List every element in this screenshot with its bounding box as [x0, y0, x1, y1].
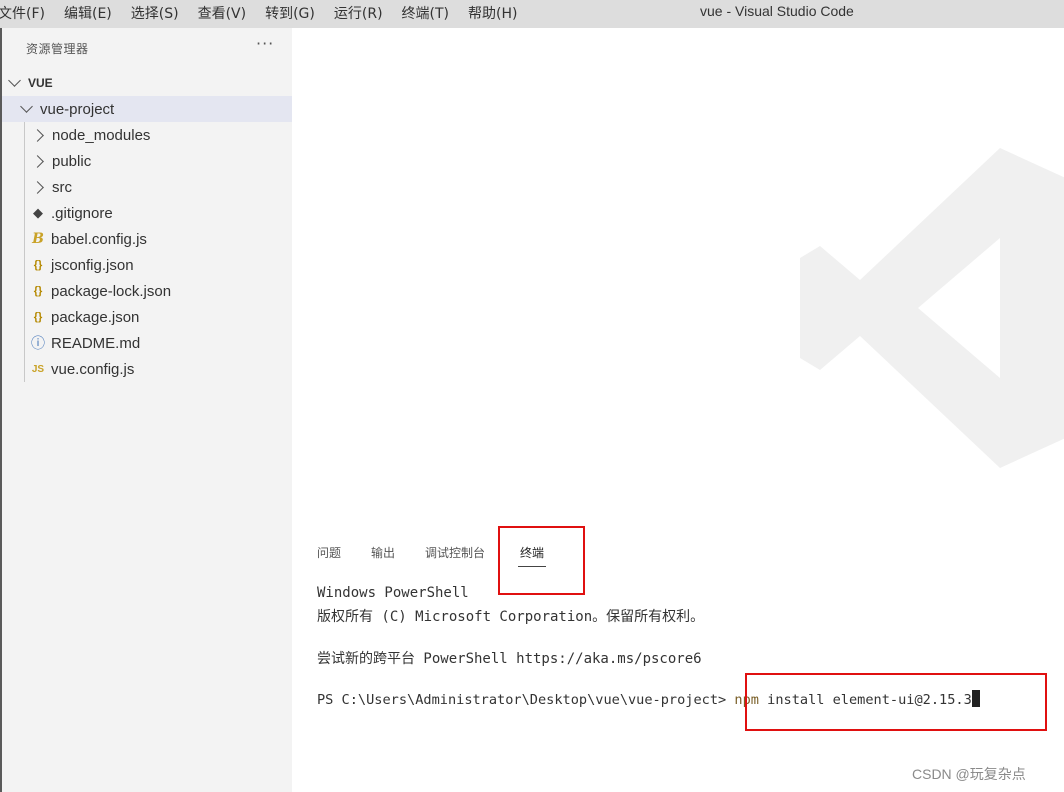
tree-item-label: package-lock.json [51, 282, 172, 300]
workspace-header[interactable]: VUE [2, 72, 292, 94]
tree-file-package-lock[interactable]: {} package-lock.json [2, 278, 292, 304]
json-braces-icon: {} [33, 311, 43, 323]
tab-problems[interactable]: 问题 [317, 544, 341, 561]
file-tree: vue-project node_modules public src ◆ .g… [2, 96, 292, 382]
window-title: vue - Visual Studio Code [700, 3, 854, 19]
json-braces-icon: {} [33, 259, 43, 271]
menu-bar: 文件(F) 编辑(E) 选择(S) 查看(V) 转到(G) 运行(R) 终端(T… [0, 0, 1064, 28]
tree-file-gitignore[interactable]: ◆ .gitignore [2, 200, 292, 226]
indent-guide [24, 122, 25, 148]
menu-view[interactable]: 查看(V) [198, 3, 247, 25]
tree-item-label: vue-project [40, 100, 115, 118]
tree-file-readme[interactable]: ⓘ README.md [2, 330, 292, 356]
indent-guide [24, 252, 25, 278]
menu-selection[interactable]: 选择(S) [131, 3, 179, 25]
terminal-prompt: PS C:\Users\Administrator\Desktop\vue\vu… [317, 692, 727, 708]
tree-folder-src[interactable]: src [2, 174, 292, 200]
tree-file-package[interactable]: {} package.json [2, 304, 292, 330]
vscode-logo-icon [800, 148, 1064, 468]
bottom-panel: 问题 输出 调试控制台 终端 Windows PowerShell 版权所有 (… [292, 530, 1064, 792]
tree-folder-vue-project[interactable]: vue-project [2, 96, 292, 122]
tree-item-label: .gitignore [51, 204, 113, 222]
terminal-line-1: Windows PowerShell [317, 585, 469, 601]
git-diamond-icon: ◆ [33, 205, 43, 220]
terminal-line-2: 版权所有 (C) Microsoft Corporation。保留所有权利。 [317, 609, 705, 625]
menu-file[interactable]: 文件(F) [0, 3, 45, 25]
json-braces-icon: {} [33, 285, 43, 297]
indent-guide [24, 278, 25, 304]
tree-item-label: public [52, 152, 92, 170]
tree-item-label: vue.config.js [51, 360, 135, 378]
command-highlight [745, 673, 1047, 731]
indent-guide [24, 304, 25, 330]
tree-folder-node-modules[interactable]: node_modules [2, 122, 292, 148]
menu-terminal[interactable]: 终端(T) [402, 3, 449, 25]
tree-folder-public[interactable]: public [2, 148, 292, 174]
tree-item-label: README.md [51, 334, 141, 352]
csdn-watermark: CSDN @玩复杂点 [912, 766, 1026, 782]
terminal-line-3: 尝试新的跨平台 PowerShell https://aka.ms/pscore… [317, 651, 702, 667]
more-actions-icon[interactable]: ··· [256, 34, 274, 53]
workspace-label: VUE [28, 76, 53, 90]
tree-file-babel-config[interactable]: B babel.config.js [2, 226, 292, 252]
indent-guide [24, 174, 25, 200]
tree-item-label: node_modules [52, 126, 151, 144]
menu-help[interactable]: 帮助(H) [468, 3, 517, 25]
terminal-tab-highlight [498, 526, 585, 595]
menu-go[interactable]: 转到(G) [265, 3, 315, 25]
menu-run[interactable]: 运行(R) [334, 3, 383, 25]
info-icon: ⓘ [31, 335, 45, 351]
js-icon: JS [31, 363, 45, 375]
chevron-down-icon [8, 74, 21, 87]
chevron-right-icon [31, 128, 44, 142]
tree-item-label: jsconfig.json [51, 256, 134, 274]
babel-icon: B [32, 231, 44, 247]
chevron-right-icon [31, 154, 44, 168]
tree-file-jsconfig[interactable]: {} jsconfig.json [2, 252, 292, 278]
indent-guide [24, 226, 25, 252]
editor-area [292, 28, 1064, 530]
tree-item-label: src [52, 178, 72, 196]
tree-item-label: package.json [51, 308, 140, 326]
tab-debug-console[interactable]: 调试控制台 [425, 544, 485, 561]
tree-file-vue-config[interactable]: JS vue.config.js [2, 356, 292, 382]
explorer-title: 资源管理器 [26, 42, 89, 56]
menu-edit[interactable]: 编辑(E) [64, 3, 112, 25]
indent-guide [24, 330, 25, 356]
indent-guide [24, 200, 25, 226]
tab-output[interactable]: 输出 [371, 544, 395, 561]
indent-guide [24, 148, 25, 174]
chevron-down-icon [20, 100, 33, 113]
indent-guide [24, 356, 25, 382]
tree-item-label: babel.config.js [51, 230, 147, 248]
explorer-sidebar: 资源管理器 ··· VUE vue-project node_modules p… [2, 28, 292, 792]
chevron-right-icon [31, 180, 44, 194]
